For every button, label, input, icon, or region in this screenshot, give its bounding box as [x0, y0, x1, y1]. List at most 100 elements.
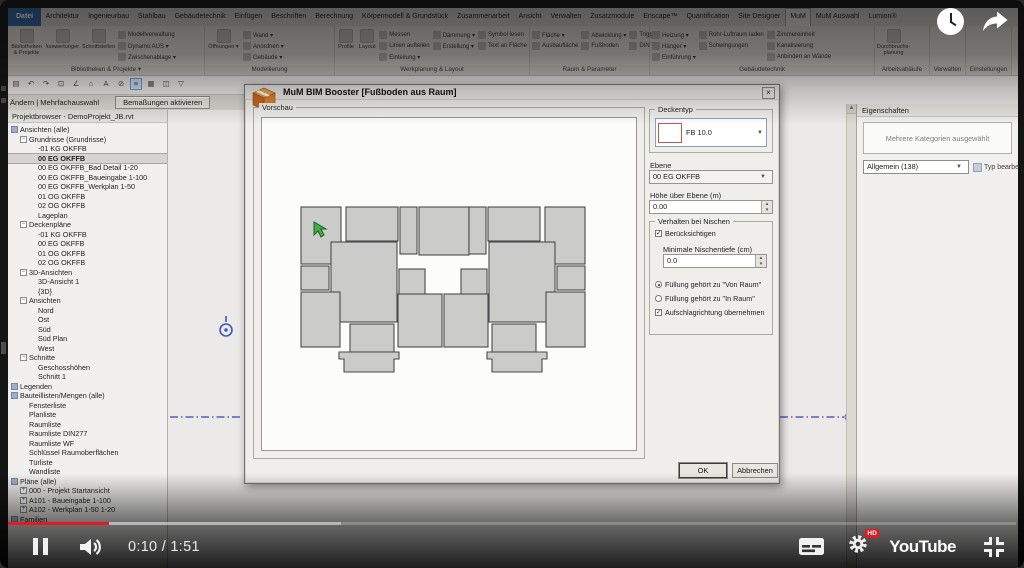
- tree-item[interactable]: Legenden: [8, 382, 167, 392]
- tree-item[interactable]: 02 OG OKFFB: [8, 258, 167, 268]
- ribbon-button[interactable]: Symbol lesen: [478, 30, 527, 40]
- tree-item[interactable]: Schlüssel Raumoberflächen: [8, 448, 167, 458]
- tree-item[interactable]: Raumliste: [8, 420, 167, 430]
- tree-expander-icon[interactable]: −: [20, 297, 27, 304]
- ribbon-button[interactable]: Durchbruchs- planung: [877, 27, 910, 64]
- tree-item[interactable]: 01 OG OKFFB: [8, 192, 167, 202]
- height-input[interactable]: 0.00 ▲▼: [649, 200, 773, 214]
- ribbon-button[interactable]: Dämmung ▾: [433, 30, 475, 40]
- ribbon-button[interactable]: Rohr-Luftraum laden: [699, 30, 764, 40]
- canvas-scrollbar[interactable]: ▲: [846, 104, 856, 568]
- ceiling-type-combo[interactable]: FB 10.0 ▼: [655, 118, 767, 147]
- ribbon-tab-ansicht[interactable]: Ansicht: [514, 8, 546, 26]
- ribbon-button[interactable]: Zwischenablage ▾: [118, 52, 176, 62]
- ribbon-tab-mum-auswahl[interactable]: MuM Auswahl: [811, 8, 864, 26]
- tree-item[interactable]: -01 KG OKFFB: [8, 230, 167, 240]
- share-icon[interactable]: [980, 10, 1010, 34]
- ribbon-tab-einf-gen[interactable]: Einfügen: [230, 8, 267, 26]
- volume-icon[interactable]: [78, 536, 104, 558]
- edit-type-button[interactable]: Typ bearbeiten: [973, 163, 1018, 172]
- tree-item[interactable]: Fensterliste: [8, 401, 167, 411]
- video-frame[interactable]: DateiArchitekturIngenieurbauStahlbauGebä…: [0, 0, 1024, 568]
- tree-item[interactable]: +A101 - Baueingabe 1-100: [8, 496, 167, 506]
- tree-item[interactable]: −3D-Ansichten: [8, 268, 167, 278]
- cancel-button[interactable]: Abbrechen: [732, 463, 778, 478]
- ribbon-button[interactable]: Dynamo AUS ▾: [118, 41, 176, 51]
- subtitles-icon[interactable]: [798, 537, 825, 556]
- swing-direction-checkbox[interactable]: ✓: [655, 309, 662, 316]
- ribbon-tab-quantification[interactable]: Quantification: [682, 8, 734, 26]
- tree-item[interactable]: Bauteillisten/Mengen (alle): [8, 391, 167, 401]
- spinner-icon[interactable]: ▲▼: [755, 255, 766, 267]
- fullscreen-icon[interactable]: [982, 535, 1006, 559]
- ribbon-tab-zusatzmodule[interactable]: Zusatzmodule: [586, 8, 639, 26]
- activate-dimensions-button[interactable]: Bemaßungen aktivieren: [115, 96, 210, 109]
- tree-item[interactable]: 00 EG OKFFB_Werkplan 1-50: [8, 182, 167, 192]
- ribbon-button[interactable]: Abwicklung ▾: [581, 30, 626, 40]
- radio-von-raum[interactable]: [655, 281, 662, 288]
- ribbon-tab-datei[interactable]: Datei: [8, 8, 41, 26]
- ribbon-tab-zusammenarbeit[interactable]: Zusammenarbeit: [453, 8, 515, 26]
- tree-item[interactable]: 00 EG OKFFB_Bad Detail 1-20: [8, 163, 167, 173]
- ribbon-button[interactable]: Anordnen ▾: [243, 41, 284, 51]
- tree-item[interactable]: Geschosshöhen: [8, 363, 167, 373]
- ribbon-button[interactable]: Einteilung ▾: [379, 52, 429, 62]
- consider-checkbox[interactable]: ✓: [655, 230, 662, 237]
- tree-item[interactable]: Süd Plan: [8, 334, 167, 344]
- tree-item[interactable]: Raumliste WF: [8, 439, 167, 449]
- tree-item[interactable]: −Deckenpläne: [8, 220, 167, 230]
- qat-icon[interactable]: ⌂: [85, 78, 97, 90]
- tree-item[interactable]: −Schnitte: [8, 353, 167, 363]
- ribbon-tab-verwalten[interactable]: Verwalten: [546, 8, 586, 26]
- tree-item[interactable]: Raumliste DIN277: [8, 429, 167, 439]
- tree-item[interactable]: {3D}: [8, 287, 167, 297]
- ribbon-button[interactable]: Linien aufteilen: [379, 41, 429, 51]
- radio-in-raum[interactable]: [655, 295, 662, 302]
- tree-item[interactable]: Ost: [8, 315, 167, 325]
- qat-icon[interactable]: ⊡: [55, 78, 67, 90]
- ribbon-button[interactable]: Text an Fläche: [478, 41, 527, 51]
- ribbon-button[interactable]: Fläche ▾: [532, 30, 578, 40]
- tree-item[interactable]: +A102 - Werkplan 1-50 1-20: [8, 505, 167, 515]
- tree-expander-icon[interactable]: +: [20, 487, 27, 494]
- tree-item[interactable]: 00 EG OKFFB: [8, 239, 167, 249]
- tree-item[interactable]: −Grundrisse (Grundrisse): [8, 135, 167, 145]
- tree-expander-icon[interactable]: +: [20, 506, 27, 513]
- tree-item[interactable]: 00 EG OKFFB: [8, 154, 167, 164]
- tree-item[interactable]: Nord: [8, 306, 167, 316]
- ribbon-button[interactable]: Messen: [379, 30, 429, 40]
- tree-item[interactable]: 01 OG OKFFB: [8, 249, 167, 259]
- tree-item[interactable]: Süd: [8, 325, 167, 335]
- ribbon-tab-lumion-[interactable]: Lumion®: [864, 8, 901, 26]
- ribbon-tab-beschriften[interactable]: Beschriften: [267, 8, 311, 26]
- ribbon-button[interactable]: Wand ▾: [243, 30, 284, 40]
- ribbon-button[interactable]: Öffnungen ▾: [207, 27, 240, 64]
- ribbon-button[interactable]: Einführung ▾: [652, 52, 696, 62]
- ribbon-tab-enscape-[interactable]: Enscape™: [639, 8, 682, 26]
- tree-expander-icon[interactable]: −: [20, 221, 27, 228]
- qat-icon[interactable]: ▽: [175, 78, 187, 90]
- ribbon-button[interactable]: Modellverwaltung: [118, 30, 176, 40]
- ribbon-tab-mum[interactable]: MuM: [785, 8, 812, 26]
- scrollbar-up-icon[interactable]: ▲: [847, 104, 856, 114]
- tree-expander-icon[interactable]: −: [20, 269, 27, 276]
- tree-item[interactable]: -01 KG OKFFB: [8, 144, 167, 154]
- tree-item[interactable]: 3D-Ansicht 1: [8, 277, 167, 287]
- tree-item[interactable]: 02 OG OKFFB: [8, 201, 167, 211]
- ribbon-button[interactable]: Schwingungen: [699, 41, 764, 51]
- ribbon-button[interactable]: Kanalisierung: [767, 41, 831, 51]
- qat-icon[interactable]: ⊘: [115, 78, 127, 90]
- ribbon-tab-site-designer[interactable]: Site Designer: [734, 8, 785, 26]
- tree-item[interactable]: 00 EG OKFFB_Baueingabe 1-100: [8, 173, 167, 183]
- qat-icon[interactable]: ▤: [10, 78, 22, 90]
- ribbon-button[interactable]: Erstellung ▾: [433, 41, 475, 51]
- ribbon-tab-architektur[interactable]: Architektur: [41, 8, 83, 26]
- tree-item[interactable]: Planliste: [8, 410, 167, 420]
- ribbon-tab-stahlbau[interactable]: Stahlbau: [133, 8, 170, 26]
- qat-icon[interactable]: ≡: [130, 78, 142, 90]
- ribbon-button[interactable]: Layout: [358, 27, 376, 64]
- spinner-icon[interactable]: ▲▼: [761, 201, 772, 213]
- qat-icon[interactable]: ◫: [160, 78, 172, 90]
- ribbon-button[interactable]: Ausbaufläche: [532, 41, 578, 51]
- tree-item[interactable]: West: [8, 344, 167, 354]
